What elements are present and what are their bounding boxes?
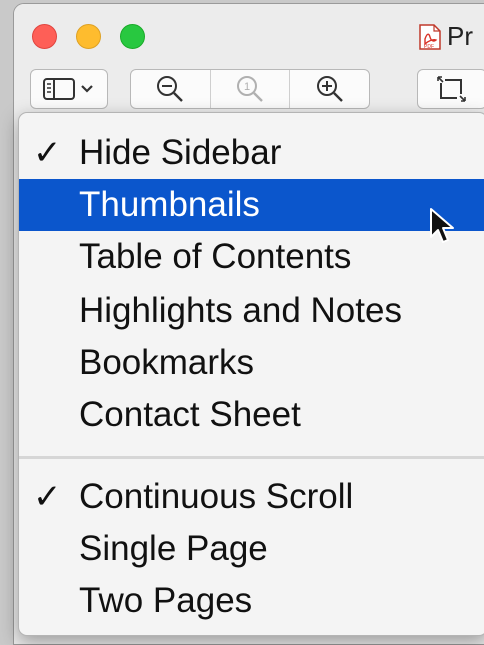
pdf-icon-label: PDF (424, 44, 434, 50)
zoom-in-button[interactable] (290, 70, 369, 108)
close-button[interactable] (32, 24, 57, 49)
checkmark-icon: ✓ (33, 478, 62, 516)
menu-item-continuous-scroll[interactable]: ✓ Continuous Scroll (19, 471, 484, 523)
menu-item-label: Two Pages (79, 581, 253, 620)
menu-item-hide-sidebar[interactable]: ✓ Hide Sidebar (19, 127, 484, 179)
menu-item-label: Hide Sidebar (79, 133, 282, 172)
menu-item-single-page[interactable]: Single Page (19, 523, 484, 575)
crop-icon (437, 76, 466, 102)
sidebar-view-menu: ✓ Hide Sidebar Thumbnails Table of Conte… (18, 112, 484, 636)
sidebar-view-button[interactable] (30, 69, 108, 109)
pdf-document-icon: PDF (419, 24, 441, 50)
menu-item-bookmarks[interactable]: Bookmarks (19, 337, 484, 389)
menu-item-label: Thumbnails (79, 185, 260, 224)
menu-item-label: Single Page (79, 529, 268, 568)
window-title: Pr (447, 21, 473, 51)
menu-separator (19, 456, 484, 459)
menu-item-table-of-contents[interactable]: Table of Contents (19, 231, 484, 283)
zoom-out-button[interactable] (131, 70, 211, 108)
menu-item-highlights-and-notes[interactable]: Highlights and Notes (19, 285, 484, 337)
zoom-in-icon (316, 76, 343, 102)
menu-item-label: Table of Contents (79, 237, 352, 276)
title-bar: PDF Pr (14, 4, 484, 62)
zoom-out-icon (157, 76, 184, 102)
menu-item-thumbnails[interactable]: Thumbnails (19, 179, 484, 231)
menu-item-contact-sheet[interactable]: Contact Sheet (19, 389, 484, 441)
actual-size-button[interactable]: 1 (211, 70, 291, 108)
menu-item-label: Continuous Scroll (79, 477, 354, 516)
minimize-button[interactable] (76, 24, 101, 49)
chevron-down-icon (81, 85, 93, 93)
menu-item-label: Highlights and Notes (79, 291, 402, 330)
crop-button[interactable] (417, 69, 484, 109)
menu-item-label: Contact Sheet (79, 395, 301, 434)
zoom-button[interactable] (120, 24, 145, 49)
zoom-control-group: 1 (130, 69, 370, 109)
mouse-pointer-icon (430, 208, 454, 243)
actual-size-icon: 1 (237, 76, 263, 102)
menu-item-two-pages[interactable]: Two Pages (19, 575, 484, 627)
sidebar-icon (43, 78, 93, 100)
menu-item-label: Bookmarks (79, 343, 255, 382)
checkmark-icon: ✓ (33, 134, 62, 172)
svg-text:1: 1 (244, 81, 250, 93)
